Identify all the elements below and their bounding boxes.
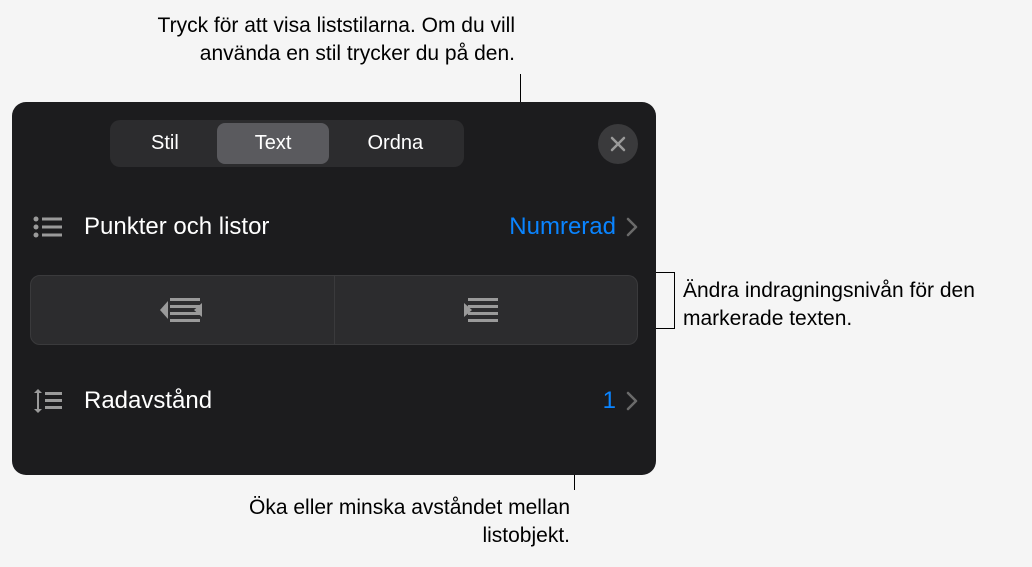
close-icon	[610, 136, 626, 152]
tab-text[interactable]: Text	[217, 123, 330, 164]
chevron-right-icon	[626, 391, 638, 411]
bullets-and-lists-row[interactable]: Punkter och listor Numrerad	[30, 189, 638, 265]
tab-arrange[interactable]: Ordna	[329, 123, 461, 164]
callout-spacing: Öka eller minska avståndet mellan listob…	[230, 494, 570, 551]
indent-button[interactable]	[335, 275, 639, 345]
line-spacing-label: Radavstånd	[84, 387, 603, 415]
outdent-button[interactable]	[30, 275, 335, 345]
close-button[interactable]	[598, 124, 638, 164]
indent-buttons	[30, 275, 638, 345]
line-spacing-row[interactable]: Radavstånd 1	[30, 363, 638, 439]
callout-line	[656, 272, 674, 273]
segmented-control: Stil Text Ordna	[30, 120, 638, 167]
callout-line	[656, 328, 674, 329]
segments-container: Stil Text Ordna	[110, 120, 464, 167]
bullets-list-icon	[30, 209, 66, 245]
format-panel: Stil Text Ordna Punkter och listor Numre…	[12, 102, 656, 475]
line-spacing-value: 1	[603, 387, 616, 415]
callout-indent: Ändra indragningsnivån för den markerade…	[683, 277, 1023, 334]
callout-line	[674, 272, 675, 329]
chevron-right-icon	[626, 217, 638, 237]
indent-icon	[464, 295, 508, 325]
callout-list-styles: Tryck för att visa liststilarna. Om du v…	[95, 12, 515, 69]
outdent-icon	[160, 295, 204, 325]
bullets-lists-value: Numrerad	[509, 213, 616, 241]
bullets-lists-label: Punkter och listor	[84, 213, 509, 241]
tab-style[interactable]: Stil	[113, 123, 217, 164]
line-spacing-icon	[30, 383, 66, 419]
